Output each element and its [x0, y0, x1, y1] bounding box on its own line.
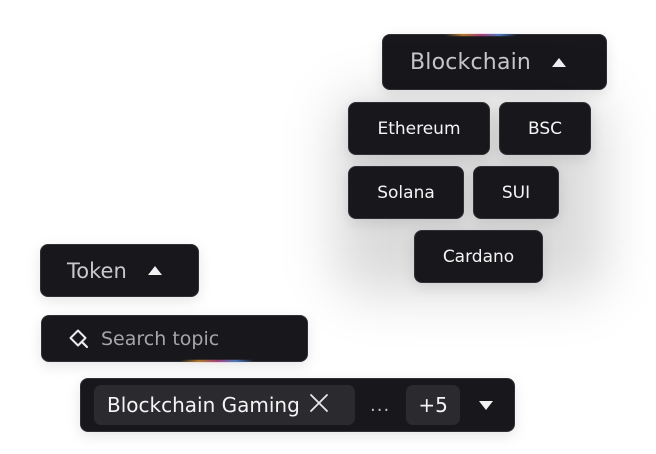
more-count-badge[interactable]: +5 [406, 385, 461, 425]
option-solana[interactable]: Solana [348, 166, 464, 219]
option-sui[interactable]: SUI [473, 166, 559, 219]
chip-label: Blockchain Gaming [107, 393, 300, 417]
caret-up-icon [147, 266, 162, 275]
option-label: BSC [527, 118, 563, 139]
token-dropdown-label: Token [67, 258, 127, 283]
option-label: SUI [501, 182, 531, 203]
selected-chip: Blockchain Gaming [94, 385, 355, 425]
token-dropdown[interactable]: Token [40, 244, 199, 297]
option-label: Cardano [442, 246, 515, 267]
option-label: Ethereum [377, 118, 461, 139]
overflow-ellipsis: ... [370, 394, 391, 416]
close-icon[interactable] [309, 393, 329, 417]
search-input[interactable] [101, 327, 291, 350]
caret-down-icon[interactable] [479, 400, 494, 410]
option-cardano[interactable]: Cardano [414, 230, 543, 283]
option-ethereum[interactable]: Ethereum [348, 102, 490, 155]
more-count-label: +5 [418, 393, 448, 417]
blockchain-dropdown-label: Blockchain [410, 49, 532, 75]
topic-multiselect[interactable]: Blockchain Gaming ... +5 [80, 378, 515, 432]
caret-up-icon [552, 57, 567, 67]
option-bsc[interactable]: BSC [499, 102, 591, 155]
option-label: Solana [377, 182, 435, 203]
search-icon [67, 328, 89, 350]
search-box[interactable] [41, 315, 308, 362]
blockchain-dropdown[interactable]: Blockchain [382, 34, 607, 90]
